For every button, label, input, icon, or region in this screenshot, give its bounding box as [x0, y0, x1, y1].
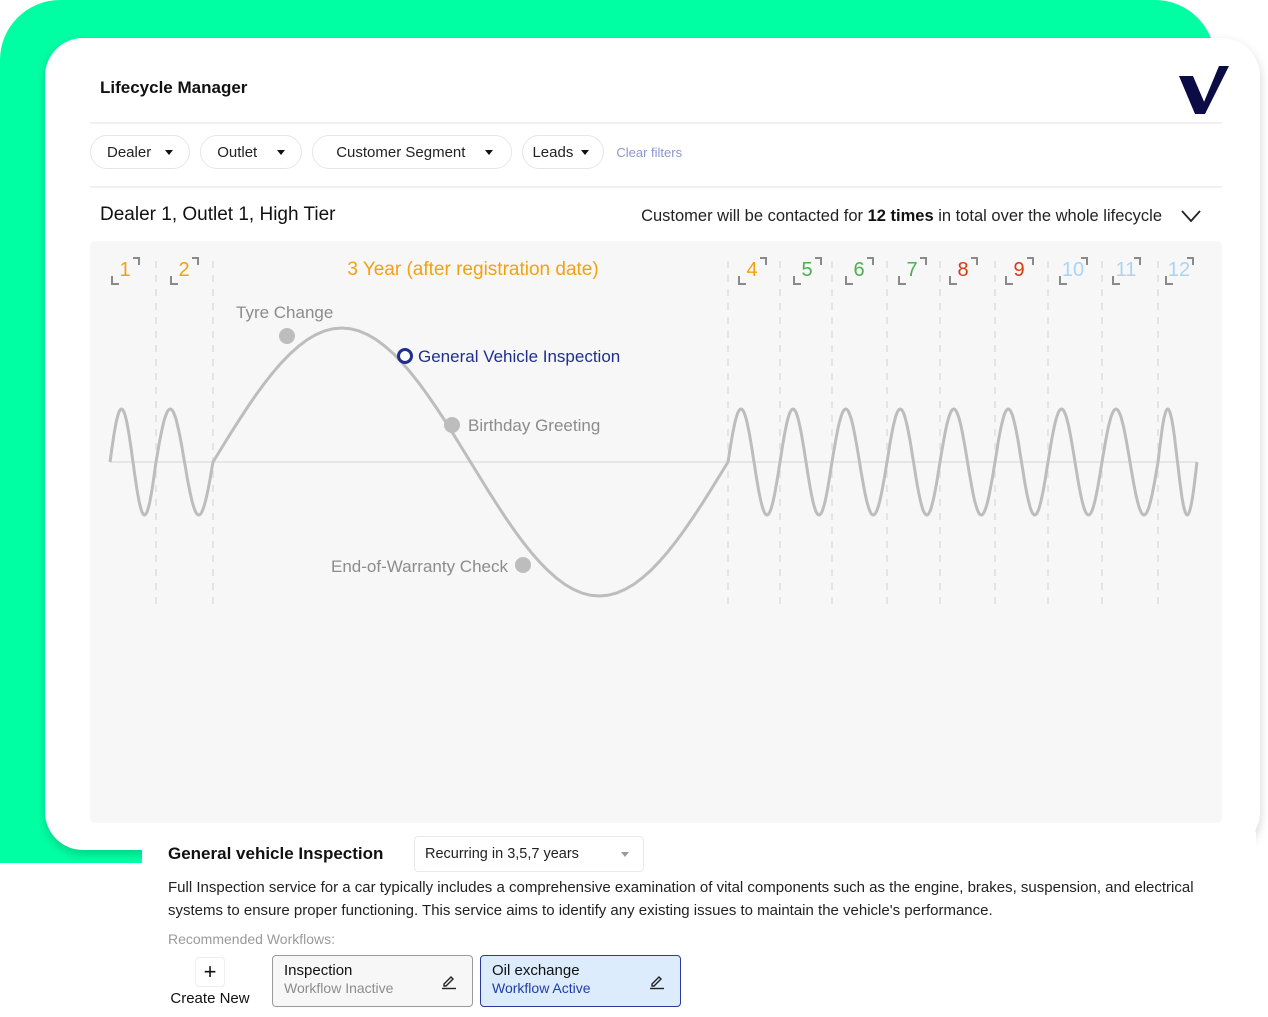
bracket-icon — [760, 257, 767, 265]
year-marker-label: 4 — [746, 259, 757, 281]
contact-suffix: in total over the whole lifecycle — [933, 207, 1162, 225]
bracket-icon — [133, 257, 140, 265]
detail-title: General vehicle Inspection — [168, 844, 384, 863]
clear-filters-link[interactable]: Clear filters — [616, 145, 682, 160]
year-marker-1[interactable]: 1 — [111, 257, 140, 285]
year-marker-label: 10 — [1062, 259, 1084, 281]
contact-count: 12 times — [867, 207, 934, 225]
event-label[interactable]: End-of-Warranty Check — [331, 557, 508, 576]
workflow-card-oil-exchange[interactable]: Oil exchange Workflow Active — [480, 955, 681, 1007]
year-marker-label: 12 — [1168, 259, 1190, 281]
workflow-status: Workflow Inactive — [284, 980, 394, 996]
bracket-icon — [1005, 276, 1013, 285]
year-marker-label: 9 — [1013, 259, 1024, 281]
workflow-name: Inspection — [284, 962, 353, 979]
segment-title: Dealer 1, Outlet 1, High Tier — [100, 204, 336, 225]
edit-pencil-icon[interactable] — [648, 972, 666, 990]
year-marker-9[interactable]: 9 — [1005, 257, 1034, 285]
caret-down-icon — [485, 149, 494, 155]
event-detail-panel: General vehicle Inspection Recurring in … — [142, 829, 1256, 1017]
event-label[interactable]: General Vehicle Inspection — [418, 347, 620, 366]
create-new-label: Create New — [170, 990, 250, 1007]
brand-logo-icon — [1179, 66, 1229, 114]
customer-segment-filter[interactable]: Customer Segment — [312, 135, 513, 169]
year-marker-10[interactable]: 10 — [1059, 257, 1088, 285]
bracket-icon — [111, 276, 119, 285]
year-marker-4[interactable]: 4 — [738, 257, 767, 285]
caret-down-icon — [165, 149, 174, 155]
recommended-workflows-label: Recommended Workflows: — [168, 931, 336, 947]
filter-bar: Dealer Outlet Customer Segment Leads Cle… — [90, 135, 682, 169]
recurrence-select[interactable]: Recurring in 3,5,7 years — [414, 836, 644, 872]
outlet-filter-label: Outlet — [217, 143, 258, 161]
event-point[interactable] — [515, 557, 531, 573]
year-marker-12[interactable]: 12 — [1165, 257, 1194, 285]
leads-filter[interactable]: Leads — [522, 135, 605, 169]
bracket-icon — [971, 257, 978, 265]
year-marker-5[interactable]: 5 — [793, 257, 822, 285]
bracket-icon — [867, 257, 874, 265]
year-marker-label: 1 — [119, 259, 130, 281]
bracket-icon — [898, 276, 906, 285]
dealer-filter[interactable]: Dealer — [90, 135, 191, 169]
event-point[interactable] — [444, 417, 460, 433]
dealer-filter-label: Dealer — [107, 143, 152, 161]
year-marker-7[interactable]: 7 — [898, 257, 927, 285]
bracket-icon — [1027, 257, 1034, 265]
bracket-icon — [738, 276, 746, 285]
year-marker-11[interactable]: 11 — [1112, 257, 1141, 285]
caret-down-icon — [581, 149, 590, 155]
year-marker-label: 7 — [906, 259, 917, 281]
event-point-selected[interactable] — [397, 348, 413, 364]
detail-description: Full Inspection service for a car typica… — [168, 879, 1194, 919]
edit-pencil-icon[interactable] — [440, 972, 458, 990]
event-point[interactable] — [279, 328, 295, 344]
workflow-name: Oil exchange — [492, 962, 580, 979]
timeline-chart: 1 2 4 5 6 7 8 9 10 11 123 Year (after registration… — [108, 257, 1199, 611]
event-label[interactable]: Birthday Greeting — [468, 416, 600, 435]
highlight-year-label: 3 Year (after registration date) — [347, 259, 598, 280]
bracket-icon — [845, 276, 853, 285]
plus-icon: + — [195, 957, 225, 987]
bracket-icon — [793, 276, 801, 285]
year-marker-8[interactable]: 8 — [949, 257, 978, 285]
caret-down-icon — [277, 149, 286, 155]
bracket-icon — [815, 257, 822, 265]
create-new-workflow-button[interactable]: + Create New — [164, 957, 256, 1007]
lifecycle-manager-card: Lifecycle Manager Dealer Outlet Customer… — [45, 38, 1260, 1017]
event-label[interactable]: Tyre Change — [236, 303, 333, 322]
year-marker-6[interactable]: 6 — [845, 257, 874, 285]
bracket-icon — [170, 276, 178, 285]
contact-summary: Customer will be contacted for 12 times … — [641, 207, 1162, 226]
year-marker-label: 11 — [1116, 259, 1137, 281]
customer-segment-filter-label: Customer Segment — [336, 143, 466, 161]
year-marker-label: 2 — [178, 259, 189, 281]
recurrence-value: Recurring in 3,5,7 years — [425, 846, 579, 862]
year-marker-label: 8 — [957, 259, 968, 281]
chevron-down-icon[interactable] — [1179, 206, 1203, 226]
outlet-filter[interactable]: Outlet — [200, 135, 303, 169]
bracket-icon — [920, 257, 927, 265]
header-divider — [90, 122, 1222, 124]
year-marker-2[interactable]: 2 — [170, 257, 199, 285]
caret-down-icon — [621, 851, 629, 857]
leads-filter-label: Leads — [532, 143, 574, 161]
contact-prefix: Customer will be contacted for — [641, 207, 868, 225]
year-marker-label: 5 — [801, 259, 812, 281]
filter-divider — [90, 186, 1222, 188]
app-title: Lifecycle Manager — [100, 78, 248, 97]
workflow-status: Workflow Active — [492, 980, 591, 996]
lifecycle-timeline: 1 2 4 5 6 7 8 9 10 11 12 3 Year (after registration… — [90, 241, 1256, 1017]
bracket-icon — [192, 257, 199, 265]
bracket-icon — [949, 276, 957, 285]
year-marker-label: 6 — [853, 259, 864, 281]
workflow-card-inspection[interactable]: Inspection Workflow Inactive — [272, 955, 473, 1007]
